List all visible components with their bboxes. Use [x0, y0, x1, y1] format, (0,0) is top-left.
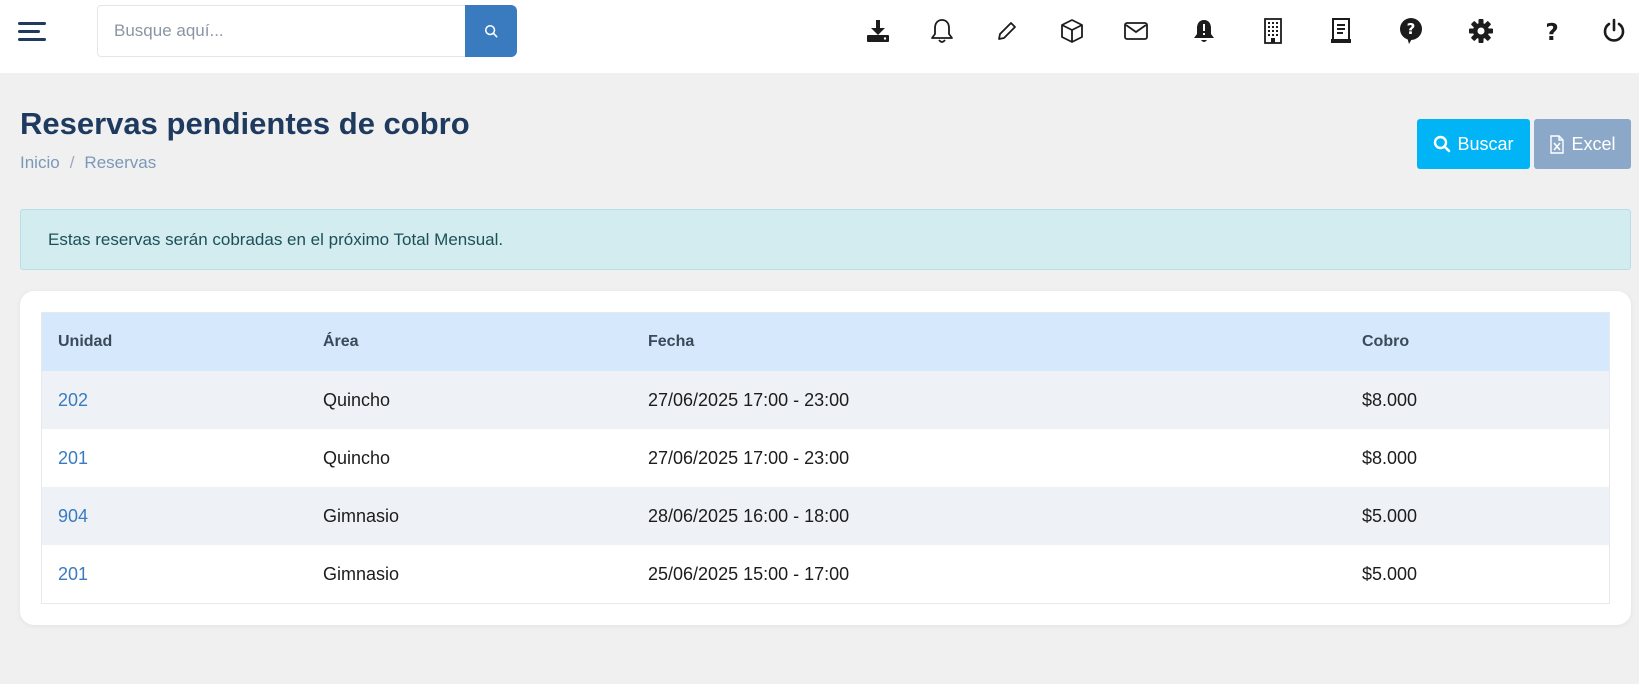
fecha-cell: 27/06/2025 17:00 - 23:00: [648, 447, 850, 468]
reservations-table: Unidad Área Fecha Cobro 202 Quincho 27/0…: [41, 312, 1610, 604]
cobro-cell: $8.000: [1362, 389, 1418, 410]
breadcrumb-inicio[interactable]: Inicio: [20, 153, 60, 173]
excel-file-icon: [1550, 134, 1565, 154]
fecha-cell: 25/06/2025 15:00 - 17:00: [648, 563, 850, 584]
area-cell: Quincho: [323, 447, 391, 468]
gear-icon[interactable]: [1466, 16, 1496, 46]
pencil-icon[interactable]: [992, 16, 1022, 46]
reservations-card: Unidad Área Fecha Cobro 202 Quincho 27/0…: [20, 291, 1631, 625]
buscar-button[interactable]: Buscar: [1417, 119, 1530, 169]
cobro-cell: $5.000: [1362, 505, 1418, 526]
excel-label: Excel: [1571, 133, 1616, 154]
buscar-label: Buscar: [1457, 133, 1514, 154]
breadcrumb: Inicio / Reservas: [20, 153, 156, 173]
area-cell: Quincho: [323, 389, 391, 410]
fecha-cell: 27/06/2025 17:00 - 23:00: [648, 389, 850, 410]
svg-text:?: ?: [1407, 20, 1416, 38]
info-alert-text: Estas reservas serán cobradas en el próx…: [48, 229, 504, 249]
search-button[interactable]: [465, 5, 517, 57]
column-header-unidad[interactable]: Unidad: [58, 333, 112, 351]
table-row: 904 Gimnasio 28/06/2025 16:00 - 18:00 $5…: [42, 487, 1609, 545]
package-box-icon[interactable]: [1057, 16, 1087, 46]
table-header-row: Unidad Área Fecha Cobro: [42, 313, 1609, 371]
fecha-cell: 28/06/2025 16:00 - 18:00: [648, 505, 850, 526]
column-header-fecha[interactable]: Fecha: [648, 333, 694, 351]
bell-outline-icon[interactable]: [927, 16, 957, 46]
search-input[interactable]: [97, 5, 466, 57]
unit-link[interactable]: 201: [58, 448, 88, 469]
receipt-icon[interactable]: [1326, 16, 1356, 46]
top-navbar: ? ?: [0, 0, 1639, 73]
bell-alert-icon[interactable]: [1189, 16, 1219, 46]
table-row: 201 Quincho 27/06/2025 17:00 - 23:00 $8.…: [42, 429, 1609, 487]
power-icon[interactable]: [1599, 16, 1629, 46]
unit-link[interactable]: 904: [58, 506, 88, 527]
unit-link[interactable]: 201: [58, 564, 88, 585]
excel-button[interactable]: Excel: [1534, 119, 1631, 169]
breadcrumb-reservas[interactable]: Reservas: [84, 153, 156, 173]
envelope-icon[interactable]: [1121, 16, 1151, 46]
unit-link[interactable]: 202: [58, 390, 88, 411]
search-icon: [1434, 135, 1451, 153]
building-icon[interactable]: [1258, 16, 1288, 46]
info-alert: Estas reservas serán cobradas en el próx…: [20, 209, 1631, 270]
column-header-area[interactable]: Área: [323, 333, 359, 351]
search-icon: [484, 24, 498, 38]
table-row: 201 Gimnasio 25/06/2025 15:00 - 17:00 $5…: [42, 545, 1609, 603]
cobro-cell: $5.000: [1362, 563, 1418, 584]
page-title: Reservas pendientes de cobro: [20, 106, 470, 141]
area-cell: Gimnasio: [323, 563, 400, 584]
cobro-cell: $8.000: [1362, 447, 1418, 468]
question-mark-icon[interactable]: ?: [1537, 16, 1567, 46]
breadcrumb-separator: /: [69, 153, 75, 172]
svg-text:?: ?: [1545, 20, 1558, 44]
download-tray-icon[interactable]: [863, 16, 893, 46]
column-header-cobro[interactable]: Cobro: [1362, 333, 1409, 351]
area-cell: Gimnasio: [323, 505, 400, 526]
table-row: 202 Quincho 27/06/2025 17:00 - 23:00 $8.…: [42, 371, 1609, 429]
hamburger-menu-icon[interactable]: [18, 20, 48, 44]
help-chat-icon[interactable]: ?: [1396, 16, 1426, 46]
